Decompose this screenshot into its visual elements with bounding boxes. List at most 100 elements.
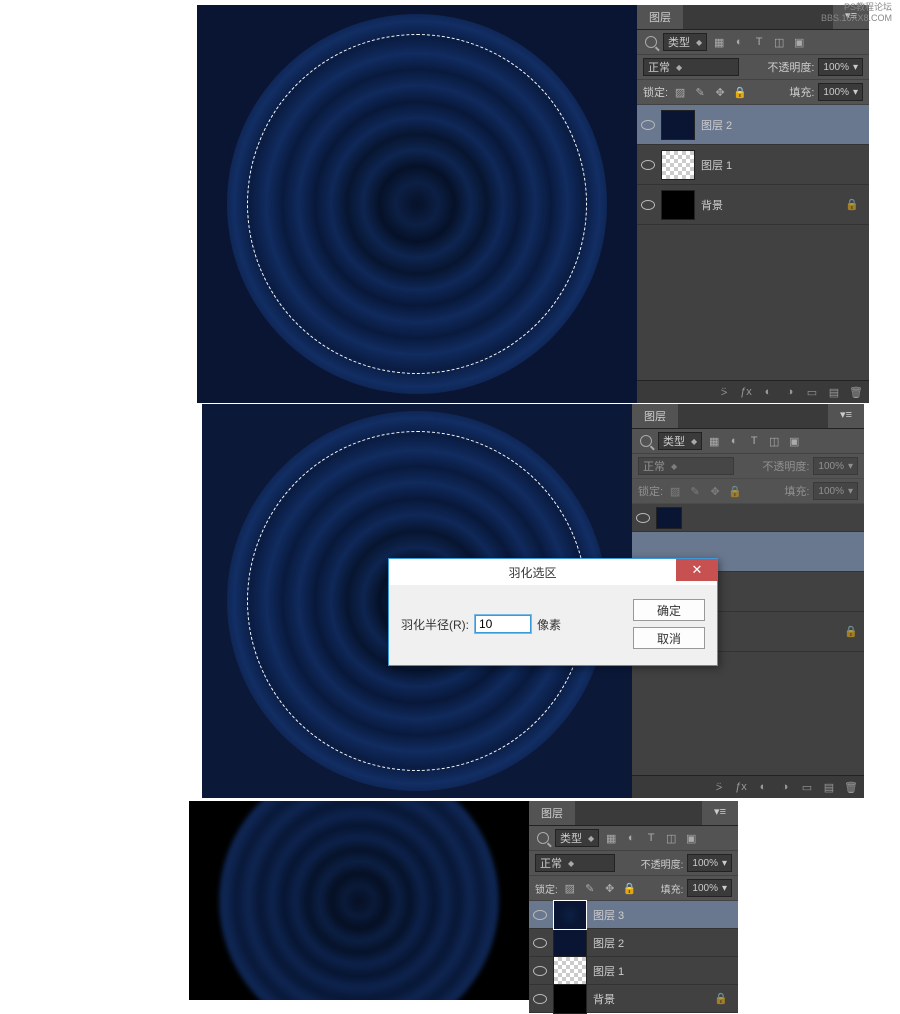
shape-filter-icon[interactable]: ◫: [766, 433, 782, 449]
pixel-filter-icon[interactable]: ▦: [603, 830, 619, 846]
lock-brush-icon[interactable]: ✎: [692, 84, 708, 100]
blend-row: 正常◆ 不透明度: 100%▾: [632, 454, 864, 479]
layer-row[interactable]: 背景🔒: [637, 185, 869, 225]
link-icon[interactable]: ⍩: [708, 778, 730, 796]
tab-layers[interactable]: 图层: [632, 404, 678, 428]
visibility-icon[interactable]: [641, 118, 655, 132]
adjust-icon[interactable]: ◑: [774, 778, 796, 796]
type-filter-icon[interactable]: T: [746, 433, 762, 449]
fx-icon[interactable]: ƒx: [735, 383, 757, 401]
fill-value: 100%▾: [813, 482, 858, 500]
lock-icon: 🔒: [844, 625, 858, 638]
visibility-icon[interactable]: [636, 511, 650, 525]
trash-icon[interactable]: 🗑: [845, 383, 867, 401]
filter-type-dropdown[interactable]: 类型◆: [555, 829, 599, 847]
layer-name: 图层 1: [701, 157, 732, 173]
group-icon[interactable]: ▭: [796, 778, 818, 796]
lock-trans-icon[interactable]: ▨: [672, 84, 688, 100]
search-icon[interactable]: [638, 433, 654, 449]
visibility-icon[interactable]: [533, 936, 547, 950]
tab-layers[interactable]: 图层: [529, 801, 575, 825]
selection-marquee: [247, 34, 587, 374]
watermark: PS教程论坛 BBS.16XX8.COM: [821, 2, 892, 24]
cancel-button[interactable]: 取消: [633, 627, 705, 649]
search-icon[interactable]: [535, 830, 551, 846]
adjust-filter-icon[interactable]: ◐: [726, 433, 742, 449]
visibility-icon[interactable]: [533, 964, 547, 978]
lock-move-icon[interactable]: ✥: [602, 880, 618, 896]
smart-filter-icon[interactable]: ▣: [791, 34, 807, 50]
filter-type-dropdown[interactable]: 类型◆: [663, 33, 707, 51]
tab-layers[interactable]: 图层: [637, 5, 683, 29]
panel-menu-icon[interactable]: ▾≡: [828, 404, 864, 428]
layer-row[interactable]: 图层 2: [637, 105, 869, 145]
fill-value[interactable]: 100%▾: [687, 879, 732, 897]
opacity-value[interactable]: 100%▾: [818, 58, 863, 76]
screenshot-1: 图层 ▾≡ 类型◆ ▦ ◐ T ◫ ▣ 正常◆ 不透明度: 100%▾ 锁定: …: [197, 5, 869, 403]
group-icon[interactable]: ▭: [801, 383, 823, 401]
filter-type-dropdown[interactable]: 类型◆: [658, 432, 702, 450]
layer-row[interactable]: 图层 2: [529, 929, 738, 957]
dialog-buttons: 确定 取消: [633, 599, 705, 649]
visibility-icon[interactable]: [533, 908, 547, 922]
layer-row[interactable]: 图层 1: [637, 145, 869, 185]
visibility-icon[interactable]: [533, 992, 547, 1006]
layer-row[interactable]: [632, 504, 864, 532]
radius-field-group: 羽化半径(R): 像素: [401, 599, 621, 649]
trash-icon[interactable]: 🗑: [840, 778, 862, 796]
filter-row: 类型◆ ▦ ◐ T ◫ ▣: [632, 429, 864, 454]
radius-input[interactable]: [475, 615, 531, 633]
fill-label: 填充:: [661, 881, 684, 896]
mask-icon[interactable]: ◐: [757, 383, 779, 401]
adjust-filter-icon[interactable]: ◐: [623, 830, 639, 846]
fill-label: 填充:: [789, 84, 814, 100]
search-icon[interactable]: [643, 34, 659, 50]
smart-filter-icon[interactable]: ▣: [786, 433, 802, 449]
pixel-filter-icon[interactable]: ▦: [706, 433, 722, 449]
blend-mode-dropdown[interactable]: 正常◆: [643, 58, 739, 76]
shape-filter-icon[interactable]: ◫: [771, 34, 787, 50]
pixel-filter-icon[interactable]: ▦: [711, 34, 727, 50]
visibility-icon[interactable]: [641, 158, 655, 172]
close-icon[interactable]: ✕: [676, 559, 718, 581]
new-icon[interactable]: ▤: [818, 778, 840, 796]
layer-name: 背景: [701, 197, 723, 213]
lock-brush-icon[interactable]: ✎: [582, 880, 598, 896]
mask-icon[interactable]: ◐: [752, 778, 774, 796]
adjust-icon[interactable]: ◑: [779, 383, 801, 401]
fill-value[interactable]: 100%▾: [818, 83, 863, 101]
ok-button[interactable]: 确定: [633, 599, 705, 621]
feather-dialog: 羽化选区 ✕ 羽化半径(R): 像素 确定 取消: [388, 558, 718, 666]
layer-thumb: [553, 900, 587, 930]
panel-menu-icon[interactable]: ▾≡: [702, 801, 738, 825]
layer-row[interactable]: 背景🔒: [529, 985, 738, 1013]
fx-icon[interactable]: ƒx: [730, 778, 752, 796]
blend-mode-dropdown[interactable]: 正常◆: [535, 854, 615, 872]
layer-row[interactable]: 图层 3: [529, 901, 738, 929]
lock-label: 锁定:: [535, 881, 558, 896]
visibility-icon[interactable]: [641, 198, 655, 212]
lock-all-icon[interactable]: 🔒: [732, 84, 748, 100]
canvas-area-3[interactable]: [189, 801, 529, 1000]
smart-filter-icon[interactable]: ▣: [683, 830, 699, 846]
type-filter-icon[interactable]: T: [643, 830, 659, 846]
blend-row: 正常◆ 不透明度: 100%▾: [637, 55, 869, 80]
type-filter-icon[interactable]: T: [751, 34, 767, 50]
shape-filter-icon[interactable]: ◫: [663, 830, 679, 846]
filter-row: 类型◆ ▦ ◐ T ◫ ▣: [529, 826, 738, 851]
lock-all-icon[interactable]: 🔒: [622, 880, 638, 896]
opacity-label: 不透明度:: [641, 856, 684, 871]
layer-thumb: [553, 956, 587, 986]
opacity-value[interactable]: 100%▾: [687, 854, 732, 872]
layer-row[interactable]: 图层 1: [529, 957, 738, 985]
panel-footer-2: ⍩ ƒx ◐ ◑ ▭ ▤ 🗑: [632, 775, 864, 798]
adjust-filter-icon[interactable]: ◐: [731, 34, 747, 50]
link-icon[interactable]: ⍩: [713, 383, 735, 401]
lock-trans-icon[interactable]: ▨: [562, 880, 578, 896]
lock-move-icon[interactable]: ✥: [712, 84, 728, 100]
new-icon[interactable]: ▤: [823, 383, 845, 401]
screenshot-2: 图层 ▾≡ 类型◆ ▦ ◐ T ◫ ▣ 正常◆ 不透明度: 100%▾ 锁定: …: [202, 404, 864, 798]
layers-panel-3: 图层 ▾≡ 类型◆ ▦ ◐ T ◫ ▣ 正常◆ 不透明度: 100%▾ 锁定: …: [529, 801, 738, 1013]
canvas-area-1[interactable]: [197, 5, 637, 403]
dialog-titlebar[interactable]: 羽化选区 ✕: [389, 559, 717, 585]
